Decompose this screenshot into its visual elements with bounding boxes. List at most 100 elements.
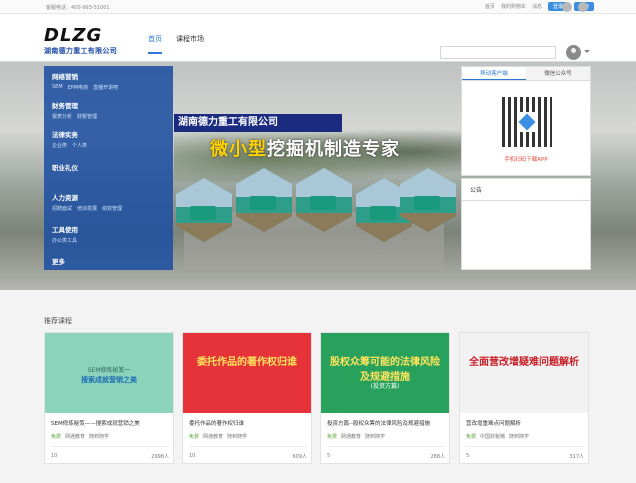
category-title[interactable]: 网络营销: [52, 71, 118, 81]
course-lessons: 5: [327, 453, 331, 459]
course-card[interactable]: 委托作品的著作权归谁 委托作品的著作权归谁 免费 网通教育 随到随学 10 609人: [182, 332, 312, 464]
tab-wechat-account[interactable]: 微信公众号: [526, 67, 590, 80]
course-thumbnail-subtext: SEM修炼秘笈一: [87, 367, 131, 374]
course-thumbnail[interactable]: 股权众筹可能的法律风险及规避措施 (投资方篇): [321, 333, 449, 413]
category-link[interactable]: 培训发展: [77, 205, 97, 212]
logo-company-name: 湖南德力重工有限公司: [44, 47, 117, 55]
category-group[interactable]: 财务管理 报表分析 财税管理: [52, 100, 97, 120]
course-thumbnail[interactable]: 委托作品的著作权归谁: [183, 333, 311, 413]
nav-home[interactable]: 首页: [148, 34, 162, 54]
top-link-home[interactable]: 首页: [485, 3, 495, 10]
category-title[interactable]: 工具使用: [52, 224, 78, 234]
category-group[interactable]: 更多: [52, 256, 65, 266]
chevron-down-icon[interactable]: [584, 50, 590, 53]
nav-course-market[interactable]: 课程市场: [176, 34, 204, 54]
course-price: 免费: [189, 434, 200, 440]
notice-panel: 公告: [461, 178, 591, 270]
main-nav: 首页 课程市场: [148, 34, 204, 54]
course-lessons: 10: [189, 453, 196, 459]
divider: [189, 446, 307, 447]
top-link-messages[interactable]: 消息: [532, 3, 542, 10]
hotline-text: 客服电话：400-993-51001: [46, 5, 110, 11]
course-title[interactable]: SEM修炼秘笈——搜索成就营销之美: [51, 419, 169, 427]
category-link[interactable]: 财税管理: [77, 113, 97, 120]
category-menu: 网络营销 SEM EPM电商 直播开讲吧 财务管理 报表分析 财税管理 法律实务 企业…: [44, 66, 173, 270]
category-link[interactable]: 绩效管理: [102, 205, 122, 212]
course-price: 免费: [51, 434, 62, 440]
banner-slogan-highlight: 微小型: [210, 139, 267, 160]
category-title[interactable]: 更多: [52, 256, 65, 266]
category-link[interactable]: 企业类: [52, 142, 67, 149]
course-tag: 随到随学: [365, 434, 386, 440]
category-title[interactable]: 职业礼仪: [52, 162, 78, 172]
course-lessons: 10: [51, 453, 58, 459]
weibo-icon[interactable]: [562, 2, 572, 12]
notice-title: 公告: [462, 179, 590, 201]
course-thumbnail[interactable]: 搜索成就营销之美 SEM修炼秘笈一: [45, 333, 173, 413]
course-thumbnail-text: 搜索成就营销之美: [81, 376, 137, 384]
category-group[interactable]: 法律实务 企业类 个人类: [52, 129, 87, 149]
app-download-panel: 移动客户端 微信公众号 手机扫码下载APP: [461, 66, 591, 176]
logo-mark: DLZG: [44, 25, 103, 46]
course-meta: 免费 网通教育 随到随学: [189, 433, 307, 440]
avatar[interactable]: [566, 45, 581, 60]
course-thumbnail[interactable]: 全面营改增疑难问题解析: [460, 333, 588, 413]
course-thumbnail-text: 股权众筹可能的法律风险及规避措施: [330, 357, 440, 383]
course-meta: 免费 网通教育 随到随学: [51, 433, 169, 440]
course-title[interactable]: 营改增重难点问题解析: [466, 419, 584, 427]
category-link[interactable]: 直播开讲吧: [93, 84, 118, 91]
course-tag: 随到随学: [227, 434, 248, 440]
category-title[interactable]: 财务管理: [52, 100, 97, 110]
tab-mobile-client[interactable]: 移动客户端: [462, 67, 526, 80]
banner-slogan: 微小型挖掘机制造专家: [210, 135, 400, 161]
course-lessons: 5: [466, 453, 470, 459]
course-card[interactable]: 股权众筹可能的法律风险及规避措施 (投资方篇) 投资方篇--股权众筹的法律风险及规避…: [320, 332, 450, 464]
section-title: 推荐课程: [44, 317, 72, 325]
course-title[interactable]: 投资方篇--股权众筹的法律风险及规避措施: [327, 419, 445, 427]
course-stats: 5 317人: [466, 453, 584, 460]
course-title[interactable]: 委托作品的著作权归谁: [189, 419, 307, 427]
course-org: 网通教育: [341, 434, 362, 440]
logo[interactable]: DLZG 湖南德力重工有限公司: [44, 27, 136, 63]
course-org: 网通教育: [203, 434, 224, 440]
category-link[interactable]: 报表分析: [52, 113, 72, 120]
course-thumbnail-text: 全面营改增疑难问题解析: [469, 357, 579, 368]
course-card[interactable]: 全面营改增疑难问题解析 营改增重难点问题解析 免费 中国财税稽 随到随学 5 317人: [459, 332, 589, 464]
course-price: 免费: [466, 434, 477, 440]
category-link[interactable]: 个人类: [72, 142, 87, 149]
category-link[interactable]: 招聘面试: [52, 205, 72, 212]
category-group[interactable]: 人力资源 招聘面试 培训发展 绩效管理: [52, 192, 122, 212]
course-stats: 10 609人: [189, 453, 307, 460]
panel-tabs: 移动客户端 微信公众号: [462, 67, 590, 81]
top-bar: 客服电话：400-993-51001 首页 我的购物车 消息 登录 注册: [0, 0, 636, 14]
course-students: 317人: [569, 454, 584, 460]
category-link[interactable]: SEM: [52, 84, 63, 91]
category-title[interactable]: 人力资源: [52, 192, 122, 202]
category-link[interactable]: 办公类工具: [52, 237, 77, 244]
course-stats: 5 288人: [327, 453, 445, 460]
qr-center-logo-icon: [517, 112, 537, 132]
course-card[interactable]: 搜索成就营销之美 SEM修炼秘笈一 SEM修炼秘笈——搜索成就营销之美 免费 网通教育随…: [44, 332, 174, 464]
search-input[interactable]: [440, 46, 556, 59]
wechat-icon[interactable]: [578, 2, 588, 12]
course-students: 2998人: [151, 454, 169, 460]
course-stats: 10 2998人: [51, 453, 169, 460]
course-org: 网通教育: [65, 434, 86, 440]
banner-company-title: 湖南德力重工有限公司: [174, 114, 342, 132]
course-thumbnail-subtext: (投资方篇): [370, 383, 400, 390]
course-students: 609人: [292, 454, 307, 460]
course-meta: 免费 中国财税稽 随到随学: [466, 433, 584, 440]
category-title[interactable]: 法律实务: [52, 129, 87, 139]
category-group[interactable]: 网络营销 SEM EPM电商 直播开讲吧: [52, 71, 118, 91]
banner-slogan-rest: 挖掘机制造专家: [267, 139, 400, 160]
course-meta: 免费 网通教育 随到随学: [327, 433, 445, 440]
divider: [327, 446, 445, 447]
category-link[interactable]: EPM电商: [68, 84, 89, 91]
app-download-text[interactable]: 手机扫码下载APP: [462, 155, 590, 163]
category-group[interactable]: 工具使用 办公类工具: [52, 224, 78, 244]
category-group[interactable]: 职业礼仪: [52, 162, 78, 172]
top-link-cart[interactable]: 我的购物车: [501, 3, 526, 10]
header: DLZG 湖南德力重工有限公司 首页 课程市场: [0, 14, 636, 62]
course-thumbnail-text: 委托作品的著作权归谁: [197, 357, 297, 368]
divider: [51, 446, 169, 447]
